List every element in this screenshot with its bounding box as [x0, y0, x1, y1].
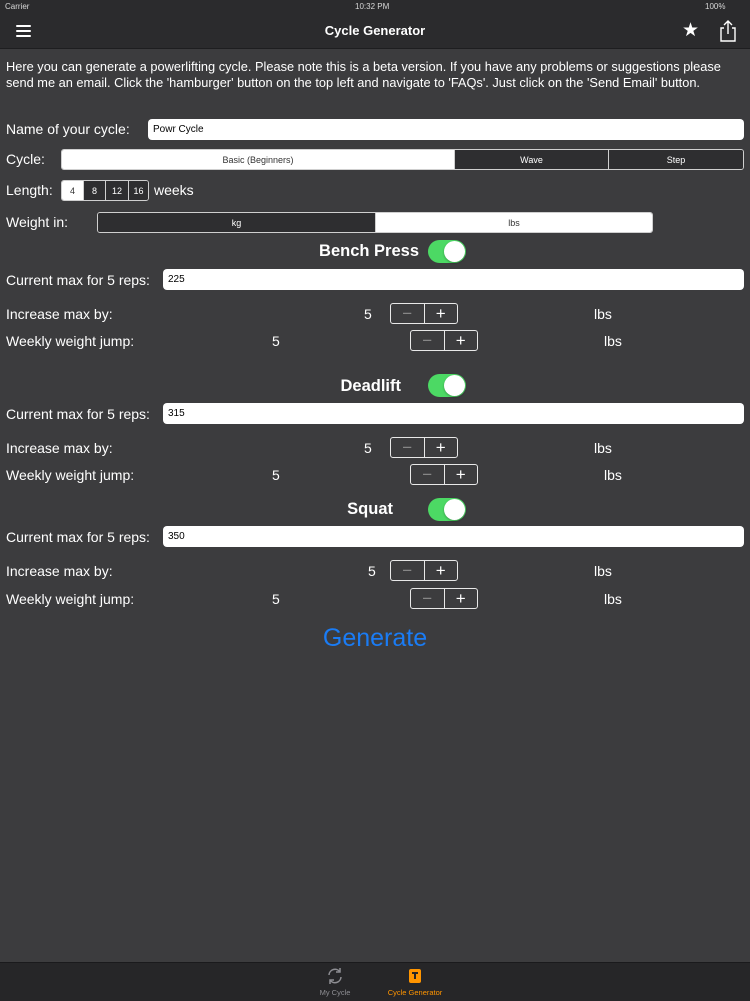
length-label: Length: — [6, 182, 53, 198]
deadlift-increase-minus-button[interactable]: − — [391, 438, 425, 457]
carrier-text: Carrier — [5, 2, 30, 11]
cycle-name-input[interactable] — [148, 119, 744, 140]
deadlift-jump-plus-button[interactable]: + — [445, 465, 478, 484]
tab-my-cycle[interactable]: My Cycle — [300, 967, 370, 997]
bench-press-title: Bench Press — [319, 242, 419, 260]
bench-press-increase-label: Increase max by: — [6, 306, 113, 322]
squat-increase-unit: lbs — [594, 563, 612, 579]
length-option-8[interactable]: 8 — [83, 181, 105, 200]
bench-press-max-input[interactable] — [163, 269, 744, 290]
squat-jump-plus-button[interactable]: + — [445, 589, 478, 608]
squat-increase-minus-button[interactable]: − — [391, 561, 425, 580]
deadlift-title: Deadlift — [340, 377, 401, 395]
squat-max-label: Current max for 5 reps: — [6, 529, 150, 545]
deadlift-increase-value: 5 — [364, 440, 372, 456]
battery-text: 100% — [705, 2, 726, 11]
deadlift-increase-stepper: − + — [390, 437, 458, 458]
weight-unit-segmented-control: kg lbs — [97, 212, 653, 233]
deadlift-jump-label: Weekly weight jump: — [6, 467, 135, 483]
cycle-option-wave[interactable]: Wave — [454, 150, 608, 169]
bench-press-max-label: Current max for 5 reps: — [6, 272, 150, 288]
deadlift-toggle[interactable] — [428, 374, 466, 397]
squat-jump-label: Weekly weight jump: — [6, 591, 135, 607]
deadlift-jump-value: 5 — [272, 467, 280, 483]
squat-increase-plus-button[interactable]: + — [425, 561, 458, 580]
squat-increase-stepper: − + — [390, 560, 458, 581]
refresh-icon — [300, 967, 370, 985]
weight-option-lbs[interactable]: lbs — [375, 213, 652, 232]
squat-jump-minus-button[interactable]: − — [411, 589, 445, 608]
length-option-12[interactable]: 12 — [105, 181, 128, 200]
squat-max-input[interactable] — [163, 526, 744, 547]
intro-text: Here you can generate a powerlifting cyc… — [6, 59, 721, 90]
deadlift-max-input[interactable] — [163, 403, 744, 424]
cycle-option-basic[interactable]: Basic (Beginners) — [62, 150, 454, 169]
tab-bar: My Cycle Cycle Generator — [0, 962, 750, 1001]
deadlift-jump-stepper: − + — [410, 464, 478, 485]
length-option-4[interactable]: 4 — [62, 181, 83, 200]
deadlift-increase-label: Increase max by: — [6, 440, 113, 456]
navigation-bar: Cycle Generator ★ — [0, 14, 750, 49]
cycle-name-label: Name of your cycle: — [6, 121, 130, 137]
bench-press-toggle[interactable] — [428, 240, 466, 263]
bench-press-increase-unit: lbs — [594, 306, 612, 322]
length-unit-label: weeks — [154, 182, 194, 198]
dumbbell-icon — [376, 967, 454, 985]
weight-label: Weight in: — [6, 214, 68, 230]
squat-jump-unit: lbs — [604, 591, 622, 607]
generate-button[interactable]: Generate — [0, 624, 750, 653]
tab-my-cycle-label: My Cycle — [319, 988, 351, 997]
deadlift-increase-unit: lbs — [594, 440, 612, 456]
bench-press-jump-value: 5 — [272, 333, 280, 349]
squat-title: Squat — [347, 500, 393, 518]
deadlift-jump-minus-button[interactable]: − — [411, 465, 445, 484]
bench-press-increase-plus-button[interactable]: + — [425, 304, 458, 323]
squat-jump-stepper: − + — [410, 588, 478, 609]
deadlift-max-label: Current max for 5 reps: — [6, 406, 150, 422]
bench-press-increase-value: 5 — [364, 306, 372, 322]
deadlift-jump-unit: lbs — [604, 467, 622, 483]
cycle-option-step[interactable]: Step — [608, 150, 743, 169]
bench-press-jump-label: Weekly weight jump: — [6, 333, 135, 349]
bench-press-increase-minus-button[interactable]: − — [391, 304, 425, 323]
squat-toggle[interactable] — [428, 498, 466, 521]
page-title: Cycle Generator — [324, 23, 426, 38]
cycle-type-segmented-control: Basic (Beginners) Wave Step — [61, 149, 744, 170]
share-icon[interactable] — [717, 19, 739, 43]
tab-cycle-generator[interactable]: Cycle Generator — [376, 967, 454, 997]
star-icon[interactable]: ★ — [682, 19, 699, 42]
bench-press-jump-plus-button[interactable]: + — [445, 331, 478, 350]
status-bar: Carrier 10:32 PM 100% — [0, 0, 750, 14]
squat-jump-value: 5 — [272, 591, 280, 607]
bench-press-jump-minus-button[interactable]: − — [411, 331, 445, 350]
clock-text: 10:32 PM — [355, 2, 390, 11]
squat-increase-label: Increase max by: — [6, 563, 113, 579]
tab-cycle-generator-label: Cycle Generator — [387, 988, 443, 997]
length-segmented-control: 4 8 12 16 — [61, 180, 149, 201]
cycle-label: Cycle: — [6, 151, 45, 167]
weight-option-kg[interactable]: kg — [98, 213, 375, 232]
bench-press-jump-unit: lbs — [604, 333, 622, 349]
bench-press-jump-stepper: − + — [410, 330, 478, 351]
bench-press-increase-stepper: − + — [390, 303, 458, 324]
squat-increase-value: 5 — [368, 563, 376, 579]
length-option-16[interactable]: 16 — [128, 181, 148, 200]
deadlift-increase-plus-button[interactable]: + — [425, 438, 458, 457]
